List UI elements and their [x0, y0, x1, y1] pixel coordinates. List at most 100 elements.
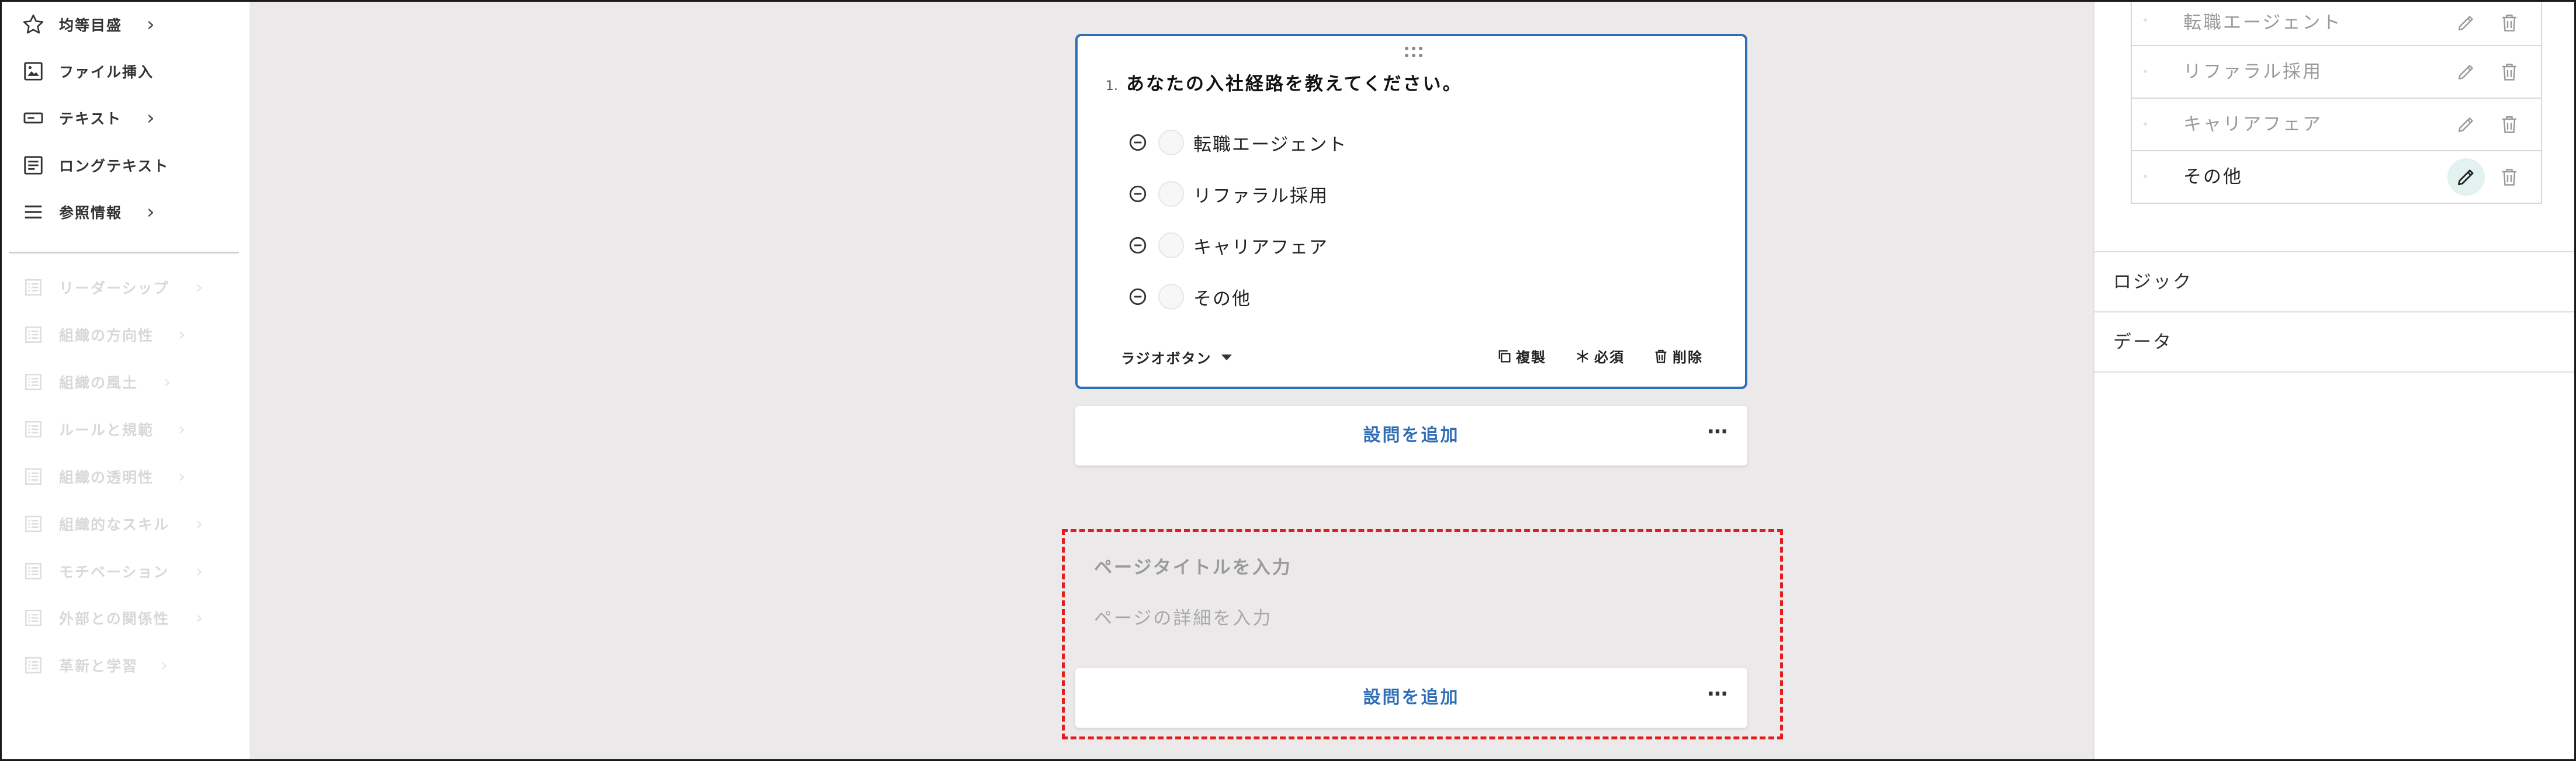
- option-setting-row[interactable]: その他: [2132, 150, 2541, 203]
- sidebar-divider: [9, 252, 239, 253]
- sidebar-item-scale[interactable]: 均等目盛 ›: [20, 4, 155, 45]
- panel-divider: [2094, 311, 2574, 312]
- chevron-right-icon: ›: [147, 106, 155, 130]
- pencil-icon[interactable]: [2453, 10, 2479, 36]
- sidebar-item-label: リーダーシップ: [59, 280, 169, 297]
- remove-option-icon[interactable]: [1128, 133, 1148, 152]
- question-title[interactable]: 1. あなたの入社経路を教えてください。: [1106, 69, 1463, 95]
- remove-option-icon[interactable]: [1128, 235, 1148, 255]
- sidebar-template-culture[interactable]: 組織の風土 ›: [20, 362, 171, 402]
- sidebar-template-transparency[interactable]: 組織の透明性 ›: [20, 456, 185, 497]
- chevron-right-icon: ›: [147, 200, 155, 224]
- sidebar-item-long-text[interactable]: ロングテキスト: [20, 145, 169, 186]
- list-icon: [20, 558, 46, 584]
- add-question-bar: 設問を追加 ···: [1075, 406, 1747, 465]
- sidebar-item-label: ファイル挿入: [59, 64, 154, 81]
- sidebar-item-label: テキスト: [59, 110, 122, 127]
- trash-icon[interactable]: [2497, 10, 2522, 36]
- pencil-icon[interactable]: [2453, 112, 2479, 137]
- add-question-bar: 設問を追加 ···: [1075, 668, 1747, 728]
- sidebar-template-external[interactable]: 外部との関係性 ›: [20, 597, 203, 638]
- trash-icon[interactable]: [2497, 112, 2522, 137]
- pencil-icon[interactable]: [2447, 158, 2485, 196]
- sidebar-item-label: 組織の風土: [59, 374, 139, 391]
- new-page-section: ページタイトルを入力 ページの詳細を入力 設問を追加 ···: [1062, 529, 1783, 739]
- option-settings-list: 転職エージェント リファラル採用 キャリアフェア その他: [2131, 2, 2542, 204]
- sidebar-item-label: 外部との関係性: [59, 610, 169, 627]
- sidebar-item-reference[interactable]: 参照情報 ›: [20, 192, 155, 232]
- sidebar-template-innovation[interactable]: 革新と学習 ›: [20, 645, 168, 686]
- answer-option[interactable]: その他: [1128, 280, 1251, 313]
- add-question-button[interactable]: 設問を追加: [1075, 406, 1747, 465]
- chevron-right-icon: ›: [196, 513, 203, 534]
- sidebar-template-leadership[interactable]: リーダーシップ ›: [20, 267, 203, 308]
- sidebar-template-motivation[interactable]: モチベーション ›: [20, 551, 203, 592]
- chevron-right-icon: ›: [196, 607, 203, 628]
- option-setting-row[interactable]: 転職エージェント: [2132, 2, 2541, 45]
- chevron-right-icon: ›: [178, 324, 185, 345]
- sidebar-template-direction[interactable]: 組織の方向性 ›: [20, 314, 185, 355]
- chevron-right-icon: ›: [161, 655, 168, 676]
- option-label[interactable]: リファラル採用: [1193, 181, 1328, 207]
- drag-dot-icon[interactable]: [2144, 70, 2147, 73]
- duplicate-label: 複製: [1516, 349, 1546, 366]
- page-title-input[interactable]: ページタイトルを入力: [1094, 552, 1292, 579]
- list-icon: [20, 322, 46, 348]
- option-setting-row[interactable]: キャリアフェア: [2132, 98, 2541, 150]
- trash-icon[interactable]: [2497, 164, 2522, 190]
- option-label[interactable]: その他: [1193, 284, 1251, 310]
- required-toggle[interactable]: 必須: [1574, 346, 1625, 366]
- option-setting-label: キャリアフェア: [2183, 114, 2322, 135]
- sidebar-template-skills[interactable]: 組織的なスキル ›: [20, 503, 203, 544]
- remove-option-icon[interactable]: [1128, 184, 1148, 204]
- radio-button[interactable]: [1158, 284, 1184, 310]
- drag-dot-icon[interactable]: [2144, 18, 2147, 22]
- option-setting-label: その他: [2183, 166, 2243, 187]
- more-options-icon[interactable]: ···: [1704, 684, 1730, 709]
- option-setting-row[interactable]: リファラル採用: [2132, 45, 2541, 98]
- duplicate-button[interactable]: 複製: [1496, 346, 1546, 366]
- chevron-right-icon: ›: [178, 466, 185, 487]
- question-number: 1.: [1106, 79, 1118, 93]
- sidebar-item-label: 組織の方向性: [59, 327, 154, 344]
- option-label[interactable]: 転職エージェント: [1193, 130, 1347, 156]
- sidebar-item-label: 均等目盛: [59, 17, 123, 34]
- delete-question-button[interactable]: 削除: [1653, 346, 1703, 366]
- list-icon: [20, 416, 46, 442]
- question-type-select[interactable]: ラジオボタン: [1121, 347, 1232, 367]
- question-card[interactable]: 1. あなたの入社経路を教えてください。 転職エージェント リファラル採用 キャ…: [1075, 34, 1747, 389]
- data-section[interactable]: データ: [2113, 327, 2173, 353]
- drag-handle-icon[interactable]: [1402, 44, 1425, 61]
- question-text[interactable]: あなたの入社経路を教えてください。: [1126, 69, 1463, 95]
- panel-divider: [2094, 251, 2574, 252]
- sidebar-item-label: 組織的なスキル: [59, 516, 170, 533]
- list-icon: [20, 511, 46, 537]
- more-options-icon[interactable]: ···: [1704, 422, 1730, 447]
- logic-section[interactable]: ロジック: [2113, 267, 2193, 293]
- chevron-right-icon: ›: [164, 371, 171, 392]
- sidebar-item-label: 組織の透明性: [59, 469, 154, 486]
- sidebar-item-file-insert[interactable]: ファイル挿入: [20, 51, 154, 92]
- copy-icon: [1498, 350, 1511, 362]
- page-description-input[interactable]: ページの詳細を入力: [1094, 603, 1272, 630]
- delete-label: 削除: [1673, 349, 1703, 366]
- sidebar-item-text[interactable]: テキスト ›: [20, 98, 155, 138]
- answer-option[interactable]: 転職エージェント: [1128, 126, 1347, 159]
- option-label[interactable]: キャリアフェア: [1193, 232, 1328, 259]
- answer-option[interactable]: キャリアフェア: [1128, 229, 1328, 262]
- pencil-icon[interactable]: [2453, 59, 2479, 85]
- drag-dot-icon[interactable]: [2144, 175, 2147, 178]
- option-setting-label: リファラル採用: [2183, 61, 2322, 82]
- radio-button[interactable]: [1158, 181, 1184, 207]
- trash-icon[interactable]: [2497, 59, 2522, 85]
- sidebar-item-label: ロングテキスト: [59, 158, 169, 175]
- answer-option[interactable]: リファラル採用: [1128, 178, 1328, 210]
- add-question-button[interactable]: 設問を追加: [1075, 668, 1747, 728]
- sidebar-template-rules[interactable]: ルールと規範 ›: [20, 409, 185, 450]
- list-icon: [20, 652, 46, 678]
- radio-button[interactable]: [1158, 130, 1184, 155]
- radio-button[interactable]: [1158, 232, 1184, 258]
- text-field-icon: [20, 105, 46, 131]
- remove-option-icon[interactable]: [1128, 287, 1148, 307]
- drag-dot-icon[interactable]: [2144, 122, 2147, 126]
